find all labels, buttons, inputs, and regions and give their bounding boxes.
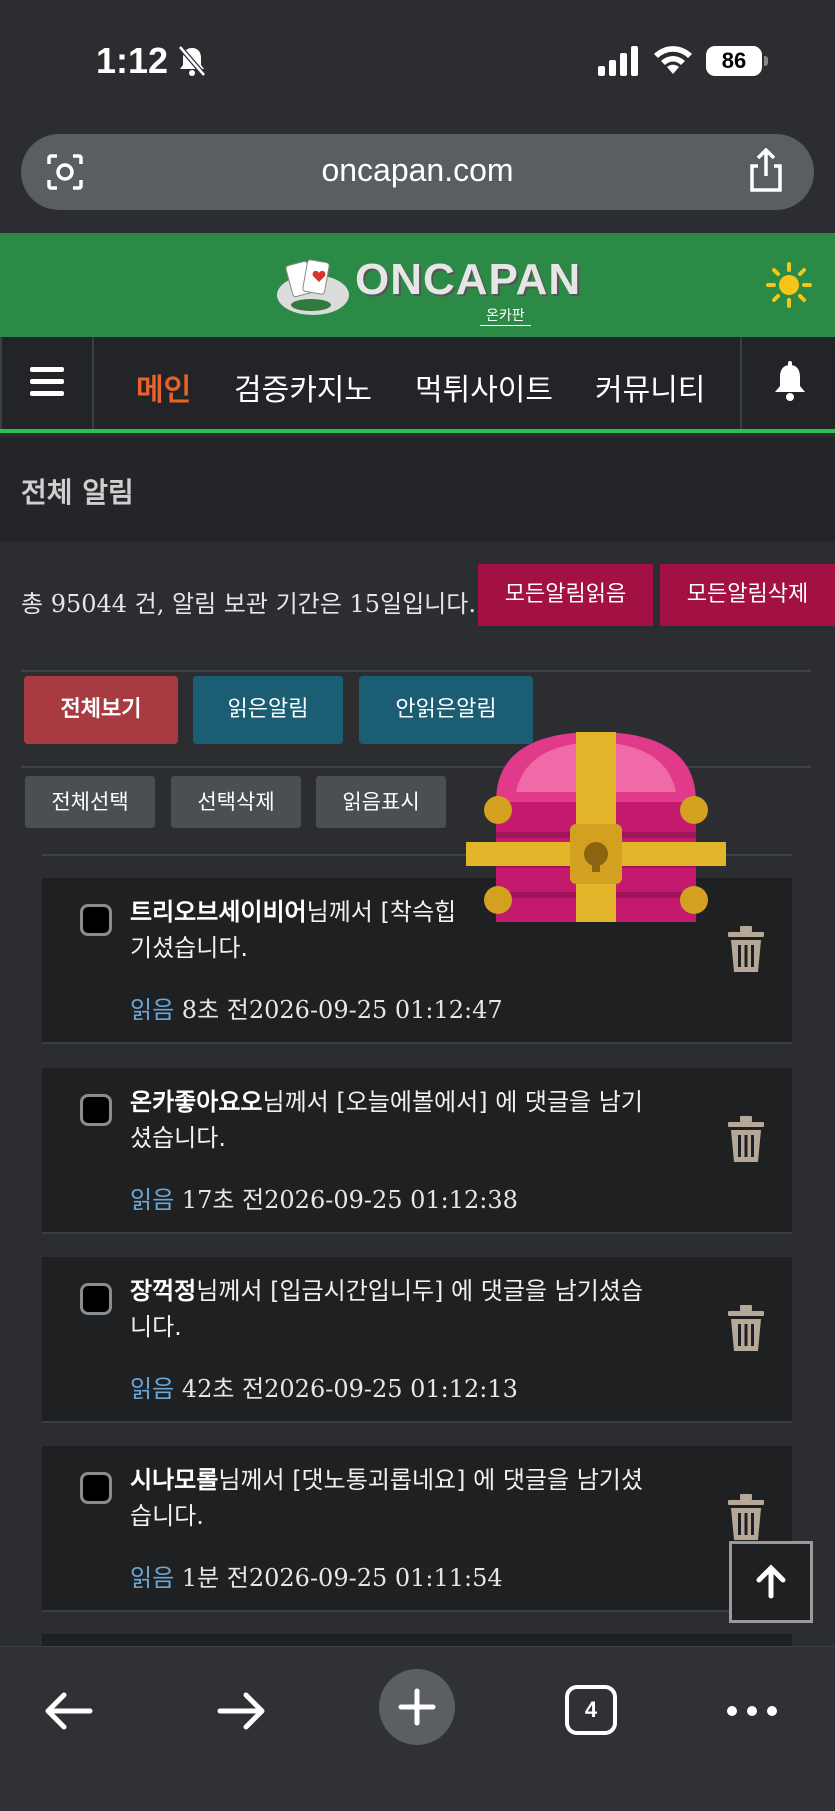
notification-user: 장꺽정 [130,1277,197,1305]
filter-all-button[interactable]: 전체보기 [24,676,178,744]
read-label: 읽음 [130,996,175,1024]
status-time: 1:12 [96,40,169,81]
notification-user: 온카좋아요오 [130,1088,263,1116]
treasure-chest-icon[interactable] [466,732,726,922]
timestamp: 2026-09-25 01:12:13 [264,1375,518,1403]
nav-item-scam-sites[interactable]: 먹튀사이트 [415,365,553,409]
trash-icon[interactable] [726,1305,766,1351]
share-icon[interactable] [746,148,786,192]
back-to-top-button[interactable] [729,1541,813,1623]
notification-text-cont: 셨습니다. [130,1124,226,1152]
back-arrow-icon[interactable] [38,1681,98,1741]
url-text: oncapan.com [321,152,514,188]
nav-item-community[interactable]: 커뮤니티 [595,365,705,409]
mark-all-read-button[interactable]: 모든알림읽음 [478,564,653,626]
wifi-icon [654,46,692,74]
status-bar: 1:12 86 [0,0,835,120]
delete-selected-button[interactable]: 선택삭제 [171,776,301,828]
mark-read-button[interactable]: 읽음표시 [316,776,446,828]
notification-text: 님께서 [입금시간입니두] 에 댓글을 남기셨습 [196,1277,643,1305]
notification-text-cont: 기셨습니다. [130,934,249,962]
notification-checkbox[interactable] [80,1283,112,1315]
new-tab-button[interactable] [379,1669,455,1745]
notification-item: 온카좋아요오님께서 [오늘에볼에서] 에 댓글을 남기셨습니다. 읽음 17초 … [42,1068,792,1234]
notification-meta: 읽음 17초 전2026-09-25 01:12:38 [130,1180,518,1215]
notification-checkbox[interactable] [80,1094,112,1126]
sun-icon[interactable] [766,262,812,308]
page-title-bar: 전체 알림 [0,437,835,542]
notification-summary: 총 95044 건, 알림 보관 기간은 15일입니다. [21,590,476,618]
notification-button[interactable] [740,337,835,429]
select-all-button[interactable]: 전체선택 [25,776,155,828]
read-label: 읽음 [130,1564,175,1592]
read-label: 읽음 [130,1186,175,1214]
time-ago: 17초 전 [174,1186,265,1214]
notification-message[interactable]: 시나모롤님께서 [댓노통괴롭네요] 에 댓글을 남기셨습니다. [130,1462,730,1534]
delete-all-button[interactable]: 모든알림삭제 [660,564,835,626]
battery-indicator: 86 [706,46,768,76]
timestamp: 2026-09-25 01:12:47 [248,996,503,1024]
divider [21,670,811,672]
arrow-up-icon [756,1564,786,1599]
notification-item: 시나모롤님께서 [댓노통괴롭네요] 에 댓글을 남기셨습니다. 읽음 1분 전2… [42,1446,792,1612]
nav-item-main[interactable]: 메인 [136,365,191,409]
bell-off-icon [178,45,206,77]
notification-meta: 읽음 42초 전2026-09-25 01:12:13 [130,1369,518,1404]
notification-checkbox[interactable] [80,1472,112,1504]
browser-toolbar: 4 [0,1646,835,1811]
logo-text: ONCAPAN [355,255,582,304]
trash-icon[interactable] [726,1494,766,1540]
notification-meta: 읽음 8초 전2026-09-25 01:12:47 [130,990,503,1025]
site-header: ONCAPAN 온카판 [0,233,835,337]
trash-icon[interactable] [726,926,766,972]
notification-text-cont: 습니다. [130,1502,204,1530]
time-ago: 8초 전 [174,996,249,1024]
filter-read-button[interactable]: 읽은알림 [193,676,343,744]
notification-user: 시나모롤 [130,1466,219,1494]
address-bar[interactable]: oncapan.com [21,134,814,210]
main-nav: 메인 검증카지노 먹튀사이트 커뮤니티 [0,337,835,433]
notification-text-cont: 니다. [130,1313,182,1341]
notification-text: 님께서 [착슥힙 [306,898,457,926]
menu-button[interactable] [0,337,94,429]
notification-checkbox[interactable] [80,904,112,936]
notification-message[interactable]: 장꺽정님께서 [입금시간입니두] 에 댓글을 남기셨습니다. [130,1273,730,1345]
timestamp: 2026-09-25 01:12:38 [264,1186,518,1214]
logo-subtitle: 온카판 [480,305,531,326]
page-title: 전체 알림 [21,476,134,509]
nav-item-verified-casino[interactable]: 검증카지노 [234,365,372,409]
notification-meta: 읽음 1분 전2026-09-25 01:11:54 [130,1558,503,1593]
cellular-signal-icon [598,46,638,76]
notification-text: 님께서 [오늘에볼에서] 에 댓글을 남기 [262,1088,643,1116]
notification-item: 장꺽정님께서 [입금시간입니두] 에 댓글을 남기셨습니다. 읽음 42초 전2… [42,1257,792,1423]
time-ago: 42초 전 [174,1375,265,1403]
tab-switcher-button[interactable]: 4 [565,1685,617,1735]
hamburger-icon [30,367,64,396]
timestamp: 2026-09-25 01:11:54 [248,1564,503,1592]
logo-cards-icon [277,259,349,315]
time-ago: 1분 전 [174,1564,249,1592]
notification-message[interactable]: 온카좋아요오님께서 [오늘에볼에서] 에 댓글을 남기셨습니다. [130,1084,730,1156]
read-label: 읽음 [130,1375,175,1403]
notification-user: 트리오브세이비어 [130,898,307,926]
plus-icon [398,1688,436,1726]
notification-text: 님께서 [댓노통괴롭네요] 에 댓글을 남기셨 [218,1466,643,1494]
bell-icon [775,361,805,401]
trash-icon[interactable] [726,1116,766,1162]
site-logo[interactable]: ONCAPAN 온카판 [275,251,580,326]
more-options-icon[interactable] [722,1681,782,1741]
forward-arrow-icon[interactable] [212,1681,272,1741]
